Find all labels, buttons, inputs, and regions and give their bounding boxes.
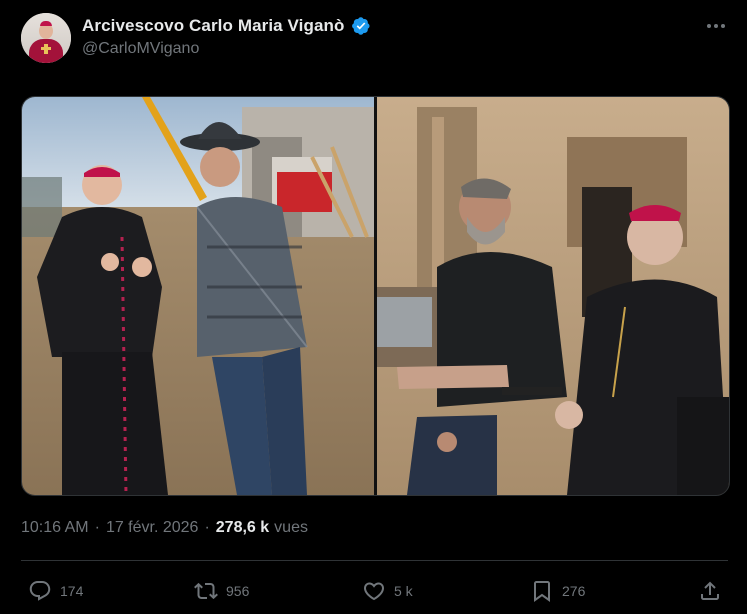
media-grid [21,96,730,496]
repost-icon [194,582,218,600]
bookmark-icon [534,581,550,602]
tweet-photo-1[interactable] [22,97,374,495]
share-icon [701,581,719,600]
heart-icon [363,582,385,601]
reply-icon [29,581,51,601]
meta-separator: · [94,519,100,536]
author-display-name[interactable]: Arcivescovo Carlo Maria Viganò [82,16,345,36]
tweet: Arcivescovo Carlo Maria Viganò @CarloMVi… [0,0,747,614]
share-button[interactable] [698,576,722,606]
tweet-time[interactable]: 10:16 AM [21,519,89,537]
reply-count: 174 [60,583,84,599]
author-name-row: Arcivescovo Carlo Maria Viganò [82,14,371,38]
tweet-date[interactable]: 17 févr. 2026 [106,519,199,537]
repost-button[interactable]: 956 [194,576,249,606]
reply-button[interactable]: 174 [28,576,83,606]
like-count: 5 k [394,583,413,599]
verified-badge-icon[interactable] [351,16,371,36]
more-horizontal-icon [707,24,711,28]
tweet-photo-2[interactable] [377,97,729,495]
meta-separator: · [204,519,210,536]
repost-count: 956 [226,583,250,599]
divider [21,560,728,561]
bookmark-count: 276 [562,583,586,599]
tweet-meta: 10:16 AM · 17 févr. 2026 · 278,6 k vues [21,516,308,540]
views-label: vues [274,519,308,536]
like-button[interactable]: 5 k [362,576,413,606]
author-avatar[interactable] [21,13,71,63]
author-handle[interactable]: @CarloMVigano [82,40,199,58]
more-options-button[interactable] [702,14,730,38]
views-count[interactable]: 278,6 k [216,519,269,537]
bookmark-button[interactable]: 276 [530,576,585,606]
